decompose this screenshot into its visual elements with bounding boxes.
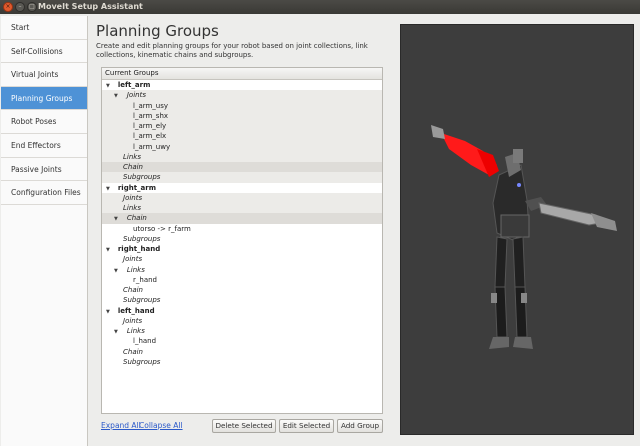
tree-row-category[interactable]: Joints xyxy=(102,254,382,264)
tree-row-item[interactable]: l_arm_ely xyxy=(102,121,382,132)
collapse-arrow-icon[interactable]: ▼ xyxy=(114,93,118,99)
category-label: Links xyxy=(126,265,145,274)
item-label: utorso -> r_farm xyxy=(133,224,191,233)
window-controls: × – □ xyxy=(3,2,37,12)
collapse-arrow-icon[interactable]: ▼ xyxy=(106,309,110,315)
tree-row-category[interactable]: Links xyxy=(102,203,382,214)
collapse-arrow-icon[interactable]: ▼ xyxy=(106,186,110,192)
tree-row-category[interactable]: Subgroups xyxy=(102,234,382,244)
main-content: Planning Groups Create and edit planning… xyxy=(96,16,392,446)
tree-row-item[interactable]: l_arm_usy xyxy=(102,100,382,112)
tree-row-category[interactable]: Chain xyxy=(102,285,382,295)
collapse-arrow-icon[interactable]: ▼ xyxy=(106,247,110,253)
window-close-button[interactable]: × xyxy=(3,2,13,12)
tree-row-group[interactable]: ▼ right_arm xyxy=(102,183,382,193)
collapse-arrow-icon[interactable]: ▼ xyxy=(106,83,110,89)
sidebar-item-self-collisions[interactable]: Self-Collisions xyxy=(1,40,87,64)
category-label: Links xyxy=(123,152,141,161)
category-label: Chain xyxy=(126,214,147,223)
tree-row-group[interactable]: ▼ left_hand xyxy=(102,306,382,316)
category-label: Links xyxy=(126,327,145,335)
tree-row-item[interactable]: r_hand xyxy=(102,275,382,285)
item-label: l_arm_ely xyxy=(133,122,167,130)
collapse-arrow-icon[interactable]: ▼ xyxy=(114,216,118,222)
tree-row-category[interactable]: Joints xyxy=(102,316,382,326)
sidebar-item-planning-groups[interactable]: Planning Groups xyxy=(1,86,87,111)
collapse-arrow-icon[interactable]: ▼ xyxy=(114,329,118,335)
tree-row-item[interactable]: l_arm_uwy xyxy=(102,141,382,153)
category-label: Chain xyxy=(123,347,143,356)
group-label: left_hand xyxy=(117,306,155,315)
category-label: Subgroups xyxy=(123,234,161,243)
window-titlebar: × – □ MoveIt Setup Assistant xyxy=(0,0,640,14)
item-label: l_hand xyxy=(133,337,157,346)
page-description: Create and edit planning groups for your… xyxy=(96,42,368,59)
category-label: Joints xyxy=(123,255,143,264)
tree-row-item[interactable]: utorso -> r_farm xyxy=(102,224,382,234)
category-label: Joints xyxy=(126,91,146,100)
tree-row-category[interactable]: ▼ Links xyxy=(102,326,382,336)
window-title: MoveIt Setup Assistant xyxy=(38,2,143,11)
sidebar-item-virtual-joints[interactable]: Virtual Joints xyxy=(1,63,87,87)
sidebar-item-robot-poses[interactable]: Robot Poses xyxy=(1,110,87,134)
tree-row-category[interactable]: Subgroups xyxy=(102,357,382,367)
tree-row-category[interactable]: ▼ Chain xyxy=(102,213,382,224)
tree-row-category[interactable]: Links xyxy=(102,151,382,163)
robot-3d-viewport[interactable] xyxy=(400,24,634,435)
add-group-button[interactable]: Add Group xyxy=(337,419,383,433)
tree-row-category[interactable]: ▼ Links xyxy=(102,265,382,275)
page-title: Planning Groups xyxy=(96,22,219,40)
window-minimize-button[interactable]: – xyxy=(15,2,25,12)
category-label: Subgroups xyxy=(123,357,161,366)
tree-actions-bar: Expand All Collapse All Delete Selected … xyxy=(101,419,387,433)
tree-row-category[interactable]: ▼ Joints xyxy=(102,90,382,101)
collapse-arrow-icon[interactable]: ▼ xyxy=(114,268,118,274)
window-maximize-button[interactable]: □ xyxy=(27,2,37,12)
tree-header: Current Groups xyxy=(102,68,382,80)
item-label: r_hand xyxy=(133,275,157,284)
tree-row-category[interactable]: Subgroups xyxy=(102,172,382,183)
sidebar-item-passive-joints[interactable]: Passive Joints xyxy=(1,158,87,182)
robot-model-render xyxy=(431,125,617,349)
sidebar-item-end-effectors[interactable]: End Effectors xyxy=(1,134,87,158)
groups-tree[interactable]: Current Groups ▼ left_arm ▼ Joints l_arm_u… xyxy=(101,67,383,414)
sidebar-item-start[interactable]: Start xyxy=(1,16,87,40)
tree-row-group[interactable]: ▼ left_arm xyxy=(102,80,382,90)
delete-selected-button[interactable]: Delete Selected xyxy=(212,419,276,433)
category-label: Joints xyxy=(123,316,143,325)
tree-row-category[interactable]: Chain xyxy=(102,162,382,173)
item-label: l_arm_uwy xyxy=(133,142,171,151)
item-label: l_arm_usy xyxy=(133,101,169,110)
category-label: Links xyxy=(123,204,141,212)
tree-row-item[interactable]: l_hand xyxy=(102,336,382,346)
category-label: Joints xyxy=(123,193,143,202)
tree-row-group[interactable]: ▼ right_hand xyxy=(102,244,382,254)
item-label: l_arm_elx xyxy=(133,132,167,141)
tree-row-item[interactable]: l_arm_elx xyxy=(102,131,382,142)
group-label: right_arm xyxy=(117,183,157,192)
item-label: l_arm_shx xyxy=(133,111,169,120)
tree-row-category[interactable]: Joints xyxy=(102,192,382,204)
category-label: Chain xyxy=(123,286,143,294)
tree-row-category[interactable]: Subgroups xyxy=(102,295,382,305)
tree-row-item[interactable]: l_arm_shx xyxy=(102,110,382,122)
category-label: Subgroups xyxy=(123,296,161,305)
tree-row-category[interactable]: Chain xyxy=(102,347,382,357)
category-label: Subgroups xyxy=(123,173,161,182)
collapse-all-link[interactable]: Collapse All xyxy=(139,421,183,430)
group-label: left_arm xyxy=(117,81,151,89)
category-label: Chain xyxy=(123,163,143,171)
group-label: right_hand xyxy=(117,245,161,253)
expand-all-link[interactable]: Expand All xyxy=(101,421,141,430)
edit-selected-button[interactable]: Edit Selected xyxy=(279,419,334,433)
sidebar-item-configuration-files[interactable]: Configuration Files xyxy=(1,181,87,205)
sidebar-nav: Start Self-Collisions Virtual Joints Pla… xyxy=(1,16,88,446)
